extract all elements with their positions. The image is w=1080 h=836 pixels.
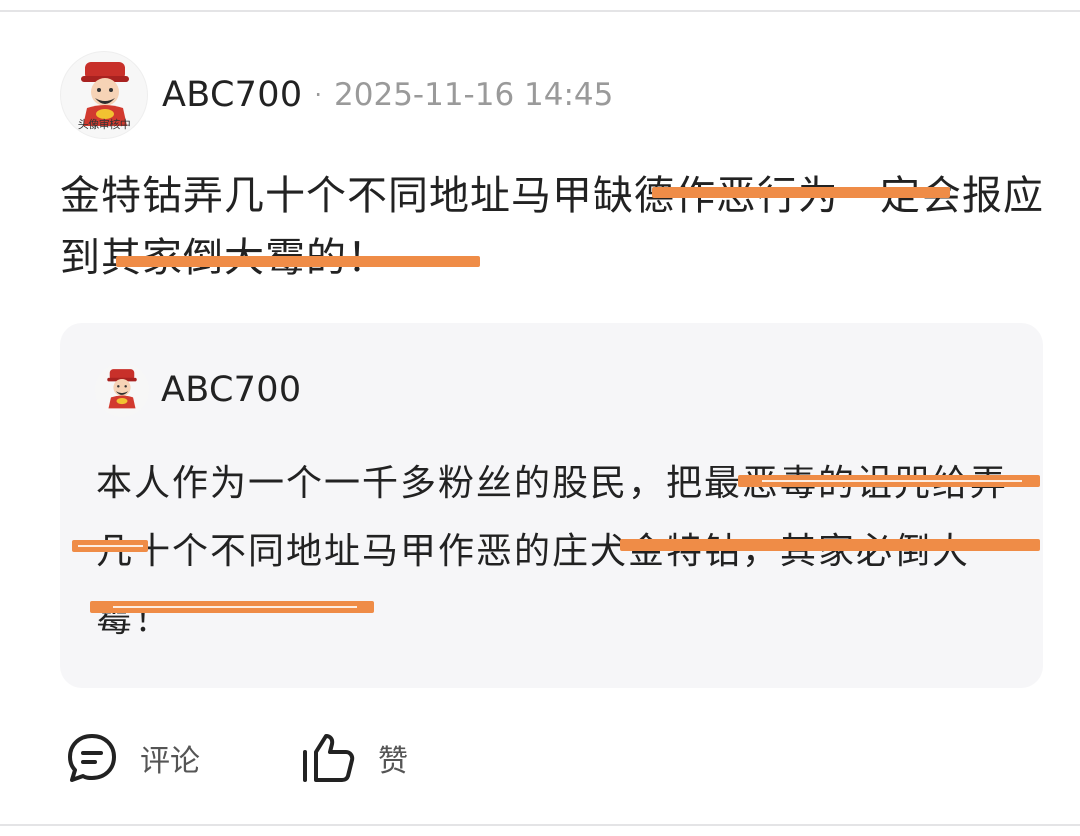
redaction-mark [72, 540, 148, 552]
redaction-mark [620, 539, 1040, 551]
post-timestamp: 2025-11-16 14:45 [334, 77, 614, 113]
post-header: 头像审核中 ABC700 · 2025-11-16 14:45 [60, 50, 613, 140]
redaction-mark [116, 256, 480, 267]
quoted-post-card[interactable]: ABC700 本人作为一个一千多粉丝的股民，把最恶毒的诅咒给弄几十个不同地址马甲… [60, 323, 1043, 688]
author-avatar[interactable]: 头像审核中 [60, 51, 148, 139]
like-button[interactable]: 赞 [300, 732, 408, 784]
caishen-avatar-icon [107, 369, 137, 409]
quoted-author-avatar[interactable] [95, 363, 149, 417]
comment-label: 评论 [140, 744, 200, 779]
bottom-divider [0, 824, 1080, 826]
comment-button[interactable]: 评论 [66, 732, 200, 784]
redaction-mark [652, 187, 950, 198]
thumbs-up-icon [303, 734, 355, 782]
like-label: 赞 [378, 744, 408, 779]
meta-separator: · [314, 81, 323, 109]
author-username[interactable]: ABC700 [162, 75, 302, 115]
comment-bubble-icon [68, 734, 116, 782]
redaction-mark [90, 601, 374, 613]
avatar-review-caption: 头像审核中 [77, 118, 131, 131]
quoted-post-header: ABC700 [95, 363, 301, 417]
post-text: 金特钴弄几十个不同地址马甲缺德作恶行为一定会报应到其家倒大霉的！ [60, 173, 1044, 281]
top-divider [0, 10, 1080, 12]
quoted-author-username[interactable]: ABC700 [161, 370, 301, 410]
redaction-mark [738, 475, 1040, 487]
post-action-bar: 评论 赞 [66, 730, 408, 786]
